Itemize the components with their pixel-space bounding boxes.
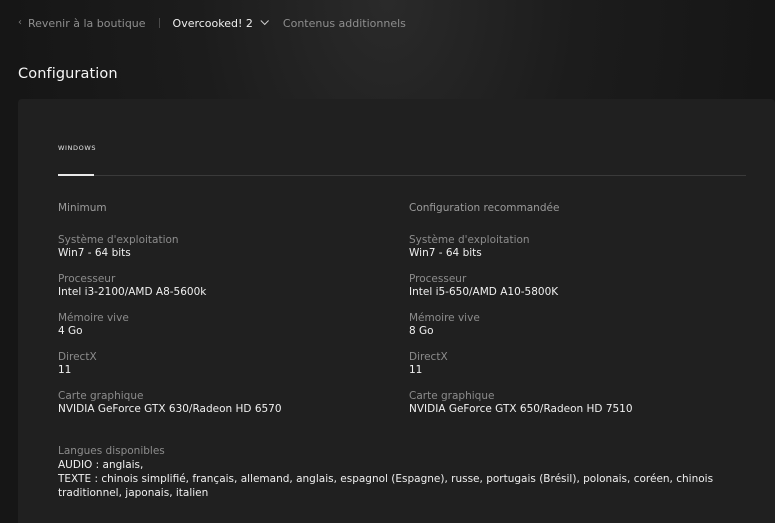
chevron-down-icon: [260, 16, 269, 26]
nav-divider: [158, 18, 160, 28]
back-to-store-label: Revenir à la boutique: [28, 16, 146, 30]
spec-ram-recommended: Mémoire vive 8 Go: [409, 312, 739, 351]
back-to-store-link[interactable]: ‹ Revenir à la boutique: [18, 17, 146, 30]
spec-label: Carte graphique: [58, 390, 144, 402]
spec-directx-recommended: DirectX 11: [409, 351, 739, 390]
spec-label: Mémoire vive: [58, 312, 129, 324]
product-dropdown[interactable]: Overcooked! 2: [172, 16, 269, 30]
spec-value: 11: [58, 364, 72, 376]
recommended-heading: Configuration recommandée: [409, 202, 560, 214]
spec-directx-minimum: DirectX 11: [58, 351, 388, 390]
system-requirements-card: WINDOWS Minimum Système d'exploitation W…: [18, 99, 775, 523]
spec-os-minimum: Système d'exploitation Win7 - 64 bits: [58, 234, 388, 273]
available-languages: Langues disponibles AUDIO : anglais, TEX…: [58, 445, 748, 500]
spec-label: Système d'exploitation: [409, 234, 530, 246]
spec-value: NVIDIA GeForce GTX 630/Radeon HD 6570: [58, 403, 282, 415]
spec-label: DirectX: [409, 351, 448, 363]
spec-value: NVIDIA GeForce GTX 650/Radeon HD 7510: [409, 403, 633, 415]
spec-label: Système d'exploitation: [58, 234, 179, 246]
platform-tabs: WINDOWS: [58, 143, 746, 176]
minimum-heading: Minimum: [58, 202, 107, 214]
tab-windows[interactable]: WINDOWS: [58, 143, 97, 176]
addons-link[interactable]: Contenus additionnels: [283, 17, 406, 30]
spec-os-recommended: Système d'exploitation Win7 - 64 bits: [409, 234, 739, 273]
spec-value: Win7 - 64 bits: [58, 247, 131, 259]
recommended-requirements: Configuration recommandée Système d'expl…: [409, 202, 739, 429]
active-tab-indicator: [58, 174, 94, 176]
page-title: Configuration: [18, 66, 118, 82]
tab-windows-label: WINDOWS: [58, 144, 97, 152]
spec-value: Win7 - 64 bits: [409, 247, 482, 259]
spec-ram-minimum: Mémoire vive 4 Go: [58, 312, 388, 351]
spec-label: Mémoire vive: [409, 312, 480, 324]
text-languages: TEXTE : chinois simplifié, français, all…: [58, 473, 714, 499]
spec-cpu-recommended: Processeur Intel i5-650/AMD A10-5800K: [409, 273, 739, 312]
spec-value: Intel i3-2100/AMD A8-5600k: [58, 286, 207, 298]
spec-value: Intel i5-650/AMD A10-5800K: [409, 286, 559, 298]
spec-label: Processeur: [58, 273, 116, 285]
breadcrumb-nav: ‹ Revenir à la boutique Overcooked! 2 Co…: [18, 12, 406, 34]
product-label: Overcooked! 2: [172, 16, 253, 30]
spec-value: 8 Go: [409, 325, 434, 337]
minimum-requirements: Minimum Système d'exploitation Win7 - 64…: [58, 202, 388, 429]
spec-label: Processeur: [409, 273, 467, 285]
languages-label: Langues disponibles: [58, 445, 165, 457]
spec-cpu-minimum: Processeur Intel i3-2100/AMD A8-5600k: [58, 273, 388, 312]
spec-label: Carte graphique: [409, 390, 495, 402]
store-page: ‹ Revenir à la boutique Overcooked! 2 Co…: [0, 0, 775, 523]
chevron-left-icon: ‹: [18, 17, 22, 28]
spec-value: 4 Go: [58, 325, 83, 337]
spec-label: DirectX: [58, 351, 97, 363]
audio-languages: AUDIO : anglais,: [58, 459, 144, 471]
spec-gpu-recommended: Carte graphique NVIDIA GeForce GTX 650/R…: [409, 390, 739, 429]
spec-gpu-minimum: Carte graphique NVIDIA GeForce GTX 630/R…: [58, 390, 388, 429]
spec-value: 11: [409, 364, 423, 376]
